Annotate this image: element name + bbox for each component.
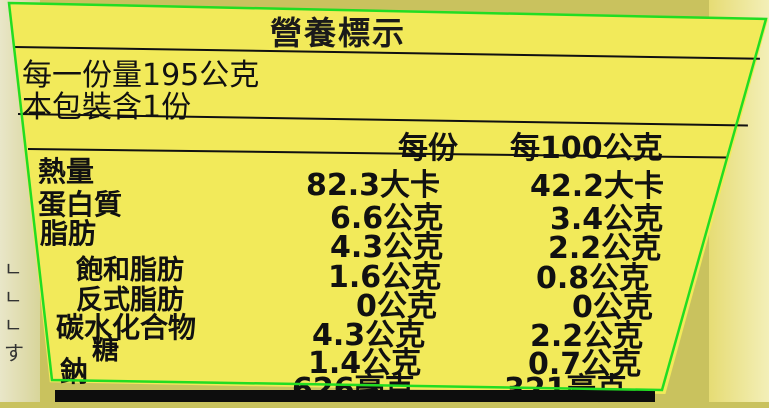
bottom-dark-strip	[55, 390, 655, 402]
servings-per-package: 本包裝含1份	[22, 90, 192, 125]
row-label-sugar: 糖	[92, 335, 119, 366]
row-label-sodium: 鈉	[60, 355, 89, 388]
partial-side-text: ㄴㄴㄴす	[4, 257, 24, 365]
label-title: 營養標示	[270, 14, 407, 52]
row-label-carbohydrate: 碳水化合物	[56, 311, 197, 344]
row-label-fat: 脂肪	[40, 217, 97, 250]
